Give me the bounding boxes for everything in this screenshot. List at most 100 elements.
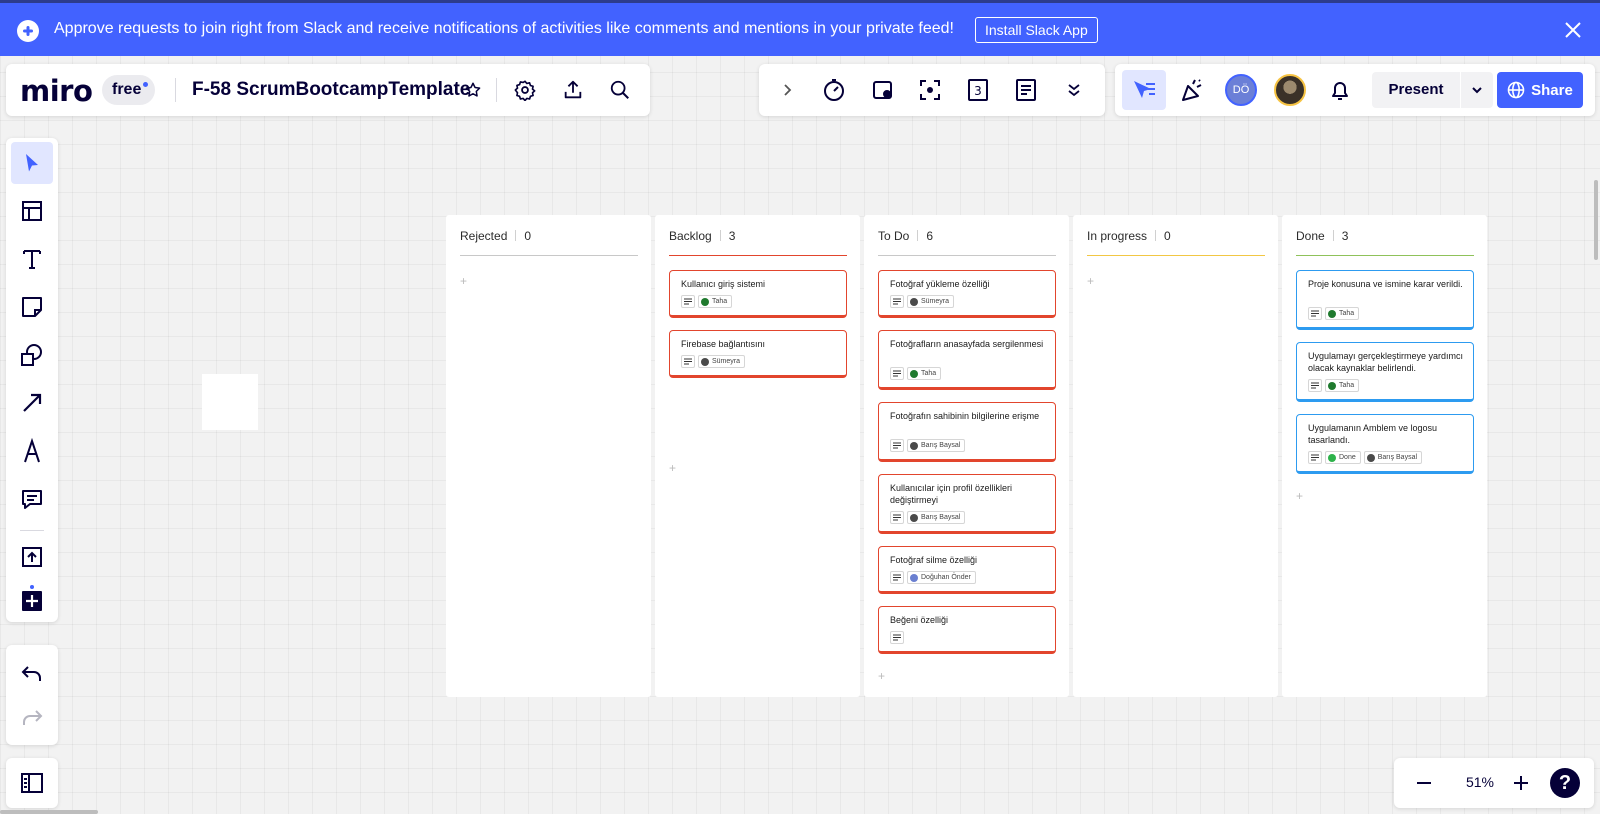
undo-icon[interactable] bbox=[11, 653, 53, 695]
slack-banner: Approve requests to join right from Slac… bbox=[0, 0, 1600, 56]
description-icon[interactable] bbox=[890, 571, 904, 584]
description-icon[interactable] bbox=[1308, 451, 1322, 464]
text-tool-icon[interactable] bbox=[11, 238, 53, 280]
select-tool-icon[interactable] bbox=[11, 142, 53, 184]
kanban-card[interactable]: Firebase bağlantısını Sümeyra bbox=[669, 330, 847, 378]
board-title[interactable]: F-58 ScrumBootcampTemplate bbox=[192, 79, 470, 101]
kanban-card[interactable]: Kullanıcı giriş sistemi Taha bbox=[669, 270, 847, 318]
add-card-icon[interactable]: + bbox=[878, 669, 885, 683]
frame-focus-icon[interactable] bbox=[916, 76, 944, 104]
chevron-down-icon[interactable] bbox=[1461, 72, 1493, 108]
banner-message: Approve requests to join right from Slac… bbox=[54, 20, 954, 37]
arrow-tool-icon[interactable] bbox=[11, 382, 53, 424]
description-icon[interactable] bbox=[890, 511, 904, 524]
column-header[interactable]: Done 3 bbox=[1296, 229, 1348, 243]
assignee-chip[interactable]: Taha bbox=[698, 295, 733, 308]
search-icon[interactable] bbox=[606, 76, 634, 104]
install-slack-app-button[interactable]: Install Slack App bbox=[975, 17, 1098, 43]
pen-tool-icon[interactable] bbox=[11, 430, 53, 472]
avatar[interactable] bbox=[1274, 74, 1306, 106]
comment-icon[interactable] bbox=[11, 478, 53, 520]
voting-icon[interactable] bbox=[869, 76, 897, 104]
zoom-in-icon[interactable] bbox=[1507, 769, 1535, 797]
templates-icon[interactable] bbox=[11, 190, 53, 232]
description-icon[interactable] bbox=[890, 295, 904, 308]
share-button[interactable]: Share bbox=[1497, 72, 1583, 108]
description-icon[interactable] bbox=[681, 355, 695, 368]
double-chevron-down-icon[interactable] bbox=[1060, 76, 1088, 104]
calendar-icon[interactable]: 3 bbox=[964, 76, 992, 104]
add-card-icon[interactable]: + bbox=[669, 461, 676, 475]
assignee-chip[interactable]: Doğuhan Önder bbox=[907, 571, 976, 584]
collaboration-cursor-icon[interactable] bbox=[1130, 76, 1158, 104]
assignee-chip[interactable]: Taha bbox=[1325, 379, 1360, 392]
plan-label: free bbox=[112, 81, 142, 98]
upload-tool-icon[interactable] bbox=[11, 536, 53, 578]
description-icon[interactable] bbox=[1308, 379, 1322, 392]
description-icon[interactable] bbox=[681, 295, 695, 308]
close-icon[interactable] bbox=[1564, 21, 1582, 39]
sticky-note-icon[interactable] bbox=[11, 286, 53, 328]
avatar bbox=[1328, 309, 1336, 318]
redo-icon[interactable] bbox=[11, 697, 53, 739]
add-card-icon[interactable]: + bbox=[1296, 489, 1303, 503]
kanban-card[interactable]: Beğeni özelliği bbox=[878, 606, 1056, 654]
celebrate-icon[interactable] bbox=[1178, 76, 1206, 104]
miro-logo[interactable]: miro bbox=[20, 74, 93, 108]
kanban-card[interactable]: Uygulamanın Amblem ve logosu tasarlandı.… bbox=[1296, 414, 1474, 474]
assignee-chip[interactable]: Sümeyra bbox=[907, 295, 955, 308]
divider bbox=[917, 230, 919, 241]
add-card-icon[interactable]: + bbox=[460, 274, 467, 288]
kanban-card[interactable]: Fotoğraf yükleme özelliği Sümeyra bbox=[878, 270, 1056, 318]
card-meta: Taha bbox=[681, 295, 733, 308]
column-header[interactable]: In progress 0 bbox=[1087, 229, 1171, 243]
upload-icon[interactable] bbox=[559, 76, 587, 104]
kanban-column: Rejected 0 + bbox=[446, 215, 651, 697]
kanban-card[interactable]: Fotoğraf silme özelliği Doğuhan Önder bbox=[878, 546, 1056, 594]
kanban-card[interactable]: Fotoğrafların anasayfada sergilenmesi Tah… bbox=[878, 330, 1056, 390]
bell-icon[interactable] bbox=[1326, 76, 1354, 104]
shapes-icon[interactable] bbox=[11, 334, 53, 376]
description-icon[interactable] bbox=[890, 367, 904, 380]
kanban-card[interactable]: Uygulamayı gerçekleştirmeye yardımcı ola… bbox=[1296, 342, 1474, 402]
avatar[interactable]: DÖ bbox=[1225, 74, 1257, 106]
card-meta: Sümeyra bbox=[890, 295, 955, 308]
description-icon[interactable] bbox=[890, 439, 904, 452]
notes-icon[interactable] bbox=[1012, 76, 1040, 104]
zoom-out-icon[interactable] bbox=[1410, 769, 1438, 797]
column-header[interactable]: Backlog 3 bbox=[669, 229, 735, 243]
settings-icon[interactable] bbox=[511, 76, 539, 104]
assignee-chip[interactable]: Barış Baysal bbox=[907, 439, 966, 452]
description-icon[interactable] bbox=[890, 631, 904, 644]
zoom-level[interactable]: 51% bbox=[1455, 774, 1505, 790]
column-header[interactable]: Rejected 0 bbox=[460, 229, 531, 243]
kanban-column: Backlog 3 Kullanıcı giriş sistemi Taha Fireb… bbox=[655, 215, 860, 697]
column-count: 3 bbox=[1341, 229, 1349, 243]
canvas-shape[interactable] bbox=[202, 374, 258, 430]
vertical-scrollbar[interactable] bbox=[1594, 180, 1598, 260]
assignee-chip[interactable]: Taha bbox=[907, 367, 942, 380]
status-chip[interactable]: Done bbox=[1325, 451, 1361, 464]
assignee-chip[interactable]: Barış Baysal bbox=[1363, 451, 1423, 464]
plan-badge[interactable]: free bbox=[102, 75, 156, 105]
kanban-card[interactable]: Fotoğrafın sahibinin bilgilerine erişme B… bbox=[878, 402, 1056, 462]
kanban-card[interactable]: Proje konusuna ve ismine karar verildi. T… bbox=[1296, 270, 1474, 330]
present-button[interactable]: Present bbox=[1372, 72, 1460, 108]
assignee-chip[interactable]: Sümeyra bbox=[698, 355, 746, 368]
card-meta: Barış Baysal bbox=[890, 439, 966, 452]
description-icon[interactable] bbox=[1308, 307, 1322, 320]
chevron-right-icon[interactable] bbox=[773, 76, 801, 104]
assignee-chip[interactable]: Taha bbox=[1325, 307, 1360, 320]
sidebar-panel-icon[interactable] bbox=[11, 762, 53, 804]
kanban-card[interactable]: Kullanıcılar için profil özellikleri değ… bbox=[878, 474, 1056, 534]
add-more-icon[interactable] bbox=[11, 578, 53, 620]
assignee-chip[interactable]: Barış Baysal bbox=[907, 511, 966, 524]
kanban-column: Done 3 Proje konusuna ve ismine karar veri… bbox=[1282, 215, 1487, 697]
avatar bbox=[701, 297, 709, 306]
horizontal-scrollbar[interactable] bbox=[0, 810, 98, 814]
help-button[interactable]: ? bbox=[1550, 768, 1580, 798]
add-card-icon[interactable]: + bbox=[1087, 274, 1094, 288]
timer-icon[interactable] bbox=[820, 76, 848, 104]
star-icon[interactable] bbox=[459, 76, 487, 104]
column-header[interactable]: To Do 6 bbox=[878, 229, 933, 243]
